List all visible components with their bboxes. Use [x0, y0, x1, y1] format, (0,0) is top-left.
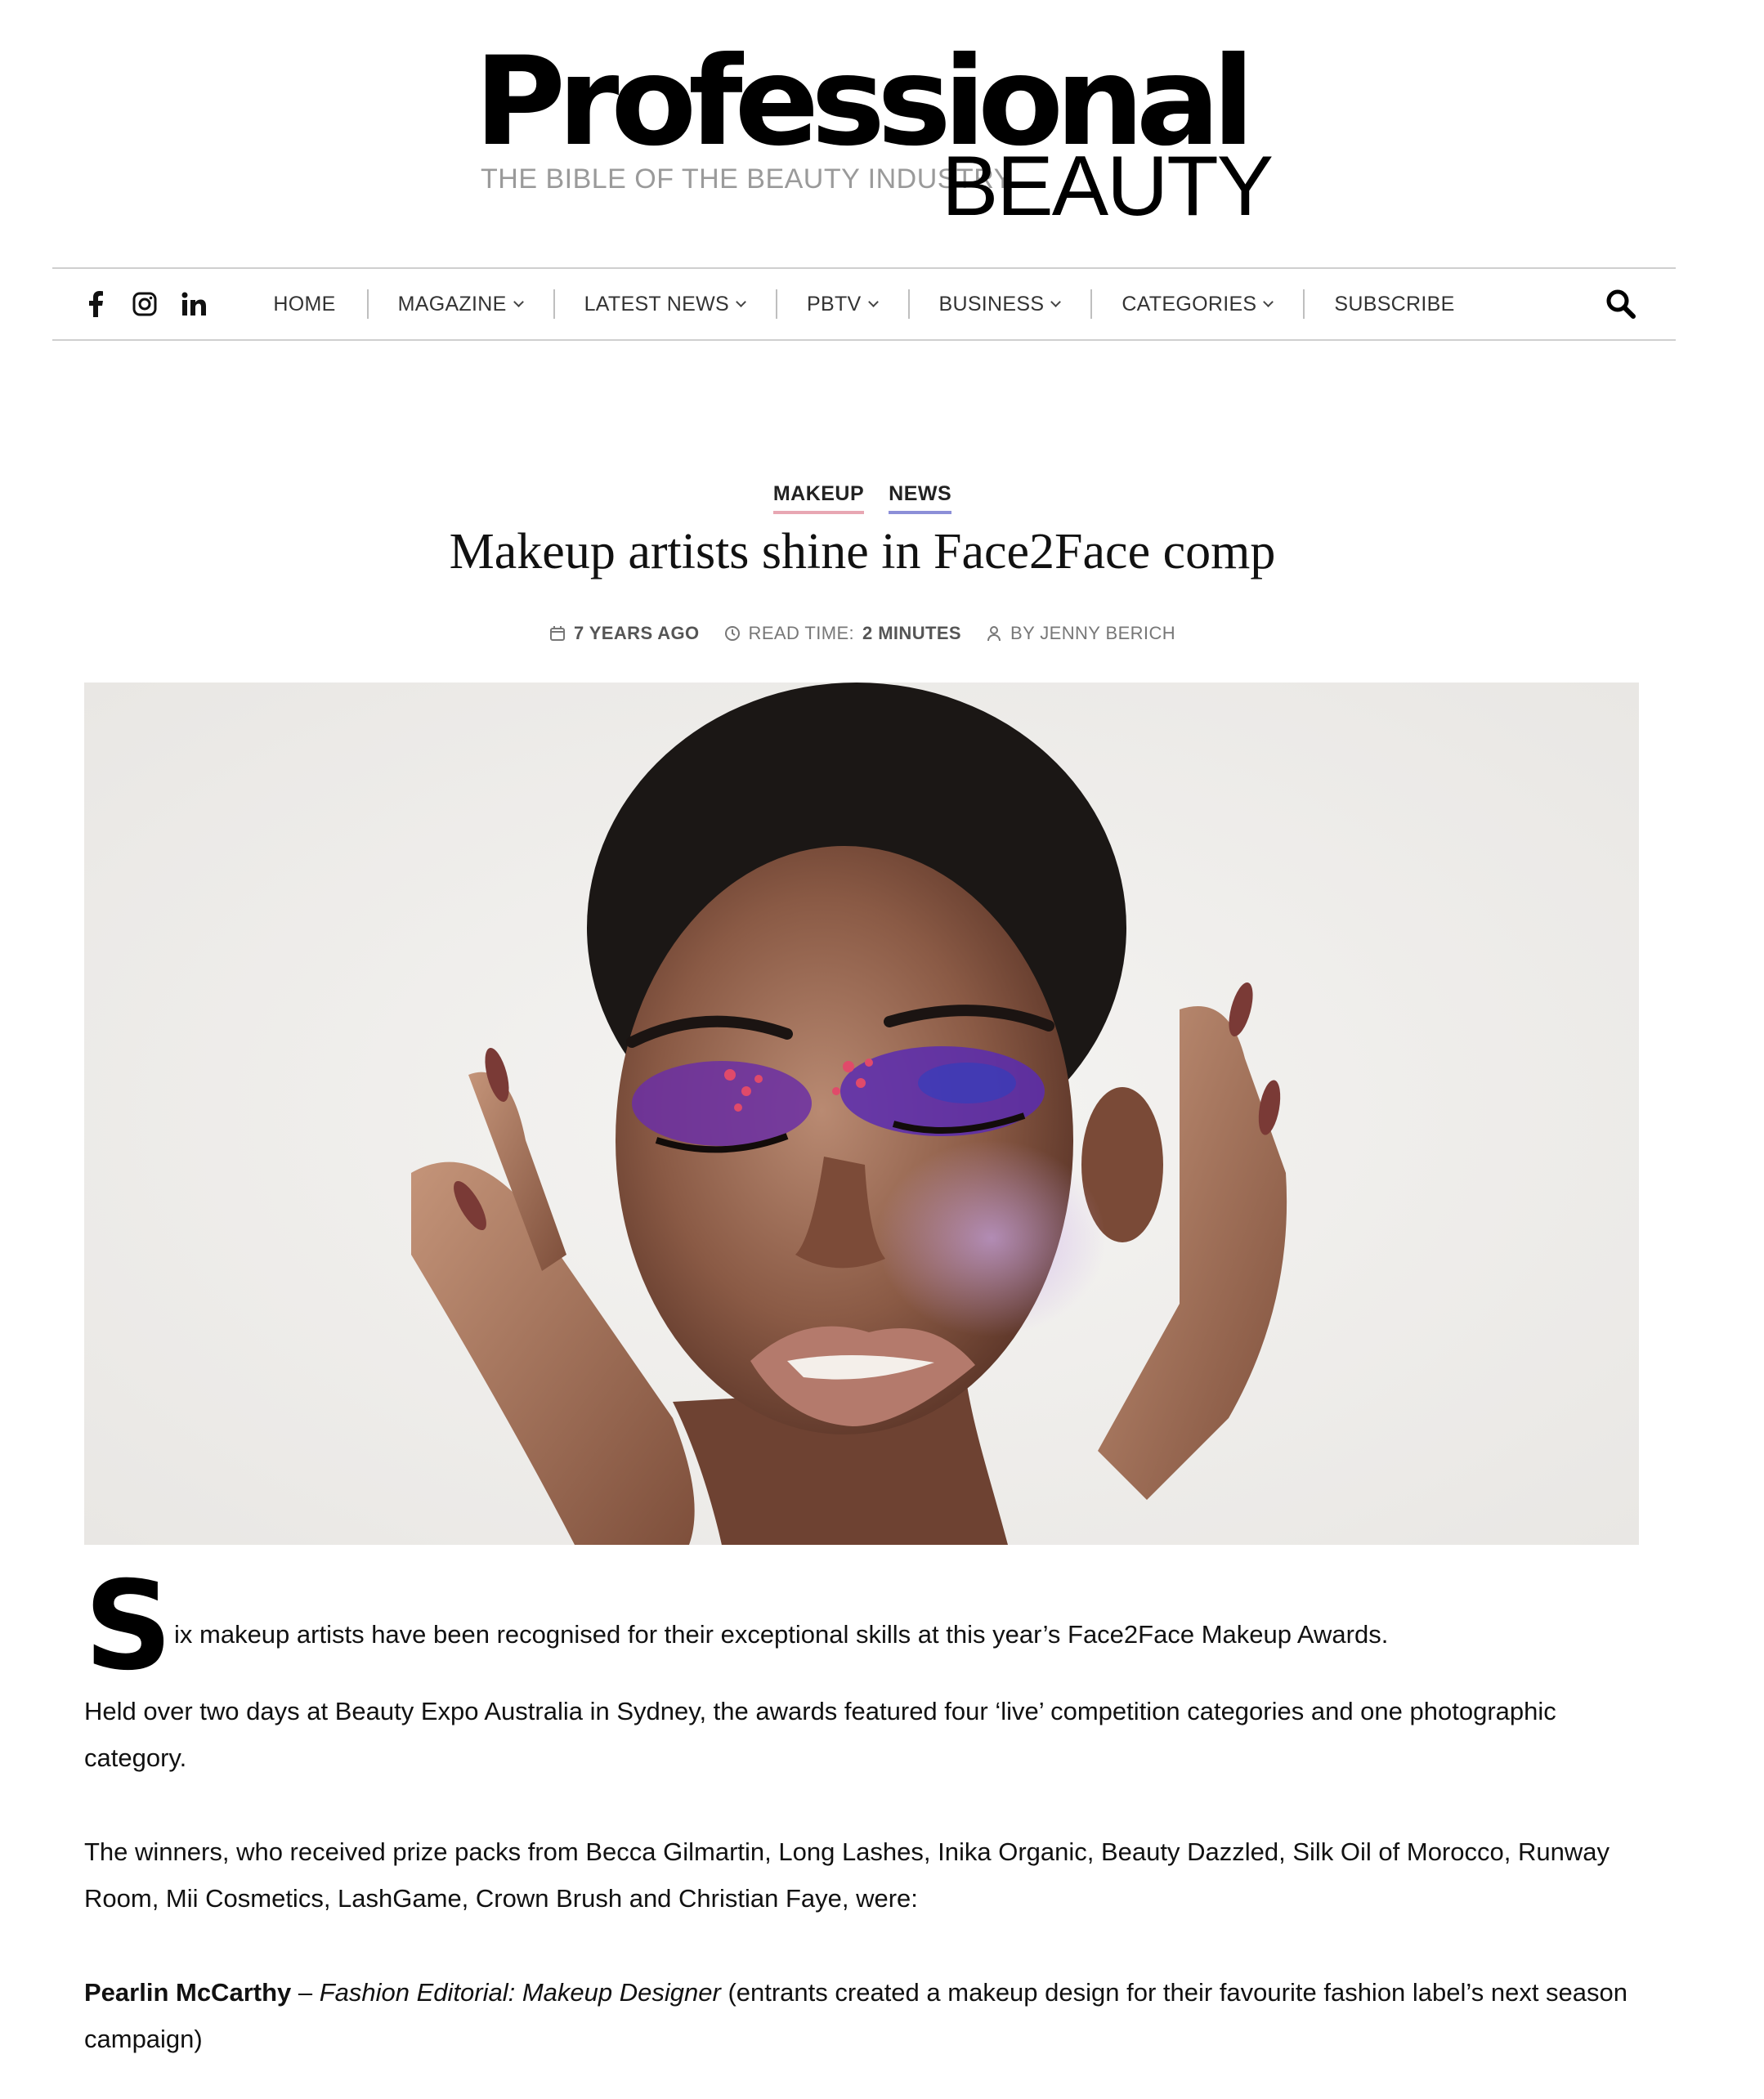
nav-business[interactable]: BUSINESS	[907, 289, 1091, 319]
chevron-down-icon	[1050, 296, 1062, 307]
winner-paragraph: Pearlin McCarthy – Fashion Editorial: Ma…	[84, 1969, 1645, 2062]
article-read-time: READ TIME: 2 MINUTES	[724, 623, 961, 644]
article-date-text: 7 YEARS AGO	[573, 623, 700, 643]
winner-name: Pearlin McCarthy	[84, 1978, 292, 2007]
logo-tagline: THE BIBLE OF THE BEAUTY INDUSTRY	[481, 163, 1013, 195]
read-time-label: READ TIME:	[748, 623, 855, 643]
menu-bar: HOME MAGAZINE LATEST NEWS PBTV BUSINESS …	[52, 269, 1676, 339]
main-navigation: HOME MAGAZINE LATEST NEWS PBTV BUSINESS …	[52, 267, 1676, 341]
author-name: BY JENNY BERICH	[1010, 623, 1176, 643]
intro-paragraph: S ix makeup artists have been recognised…	[84, 1565, 1645, 1688]
chevron-down-icon	[1263, 296, 1274, 307]
nav-latest-news[interactable]: LATEST NEWS	[553, 289, 776, 319]
site-logo[interactable]: Professional THE BIBLE OF THE BEAUTY IND…	[474, 41, 1274, 229]
chevron-down-icon	[867, 296, 879, 307]
article-hero-image	[84, 683, 1639, 1545]
nav-pbtv[interactable]: PBTV	[776, 289, 908, 319]
nav-magazine-label: MAGAZINE	[397, 292, 507, 316]
logo-subword: BEAUTY	[942, 139, 1274, 234]
article-date: 7 YEARS AGO	[549, 623, 700, 644]
read-time-value: 2 MINUTES	[862, 623, 961, 643]
nav-home[interactable]: HOME	[242, 289, 366, 319]
category-link-news[interactable]: NEWS	[889, 482, 952, 514]
intro-text: ix makeup artists have been recognised f…	[174, 1620, 1389, 1649]
search-icon[interactable]	[1605, 289, 1636, 320]
nav-latest-news-label: LATEST NEWS	[584, 292, 729, 316]
nav-pbtv-label: PBTV	[807, 292, 862, 316]
nav-subscribe[interactable]: SUBSCRIBE	[1303, 289, 1485, 319]
article-categories: MAKEUP NEWS	[0, 482, 1725, 514]
chevron-down-icon	[513, 296, 524, 307]
paragraph: Held over two days at Beauty Expo Austra…	[84, 1697, 1556, 1772]
user-icon	[987, 626, 1001, 642]
article-author[interactable]: BY JENNY BERICH	[986, 623, 1175, 644]
nav-subscribe-label: SUBSCRIBE	[1334, 292, 1455, 316]
nav-home-label: HOME	[273, 292, 336, 316]
nav-business-label: BUSINESS	[938, 292, 1045, 316]
drop-cap: S	[84, 1555, 173, 1698]
nav-categories[interactable]: CATEGORIES	[1090, 289, 1303, 319]
article-body: S ix makeup artists have been recognised…	[84, 1565, 1645, 2099]
chevron-down-icon	[736, 296, 746, 307]
winner-dash: –	[291, 1978, 320, 2007]
calendar-icon	[549, 626, 565, 641]
nav-categories-label: CATEGORIES	[1122, 292, 1257, 316]
clock-icon	[724, 626, 740, 641]
category-link-makeup[interactable]: MAKEUP	[772, 482, 865, 514]
article-meta: 7 YEARS AGO READ TIME: 2 MINUTES BY JENN…	[0, 623, 1725, 644]
article-title: Makeup artists shine in Face2Face comp	[449, 524, 1276, 580]
winner-category: Fashion Editorial: Makeup Designer	[319, 1978, 721, 2007]
nav-magazine[interactable]: MAGAZINE	[366, 289, 553, 319]
paragraph: The winners, who received prize packs fr…	[84, 1837, 1610, 1913]
